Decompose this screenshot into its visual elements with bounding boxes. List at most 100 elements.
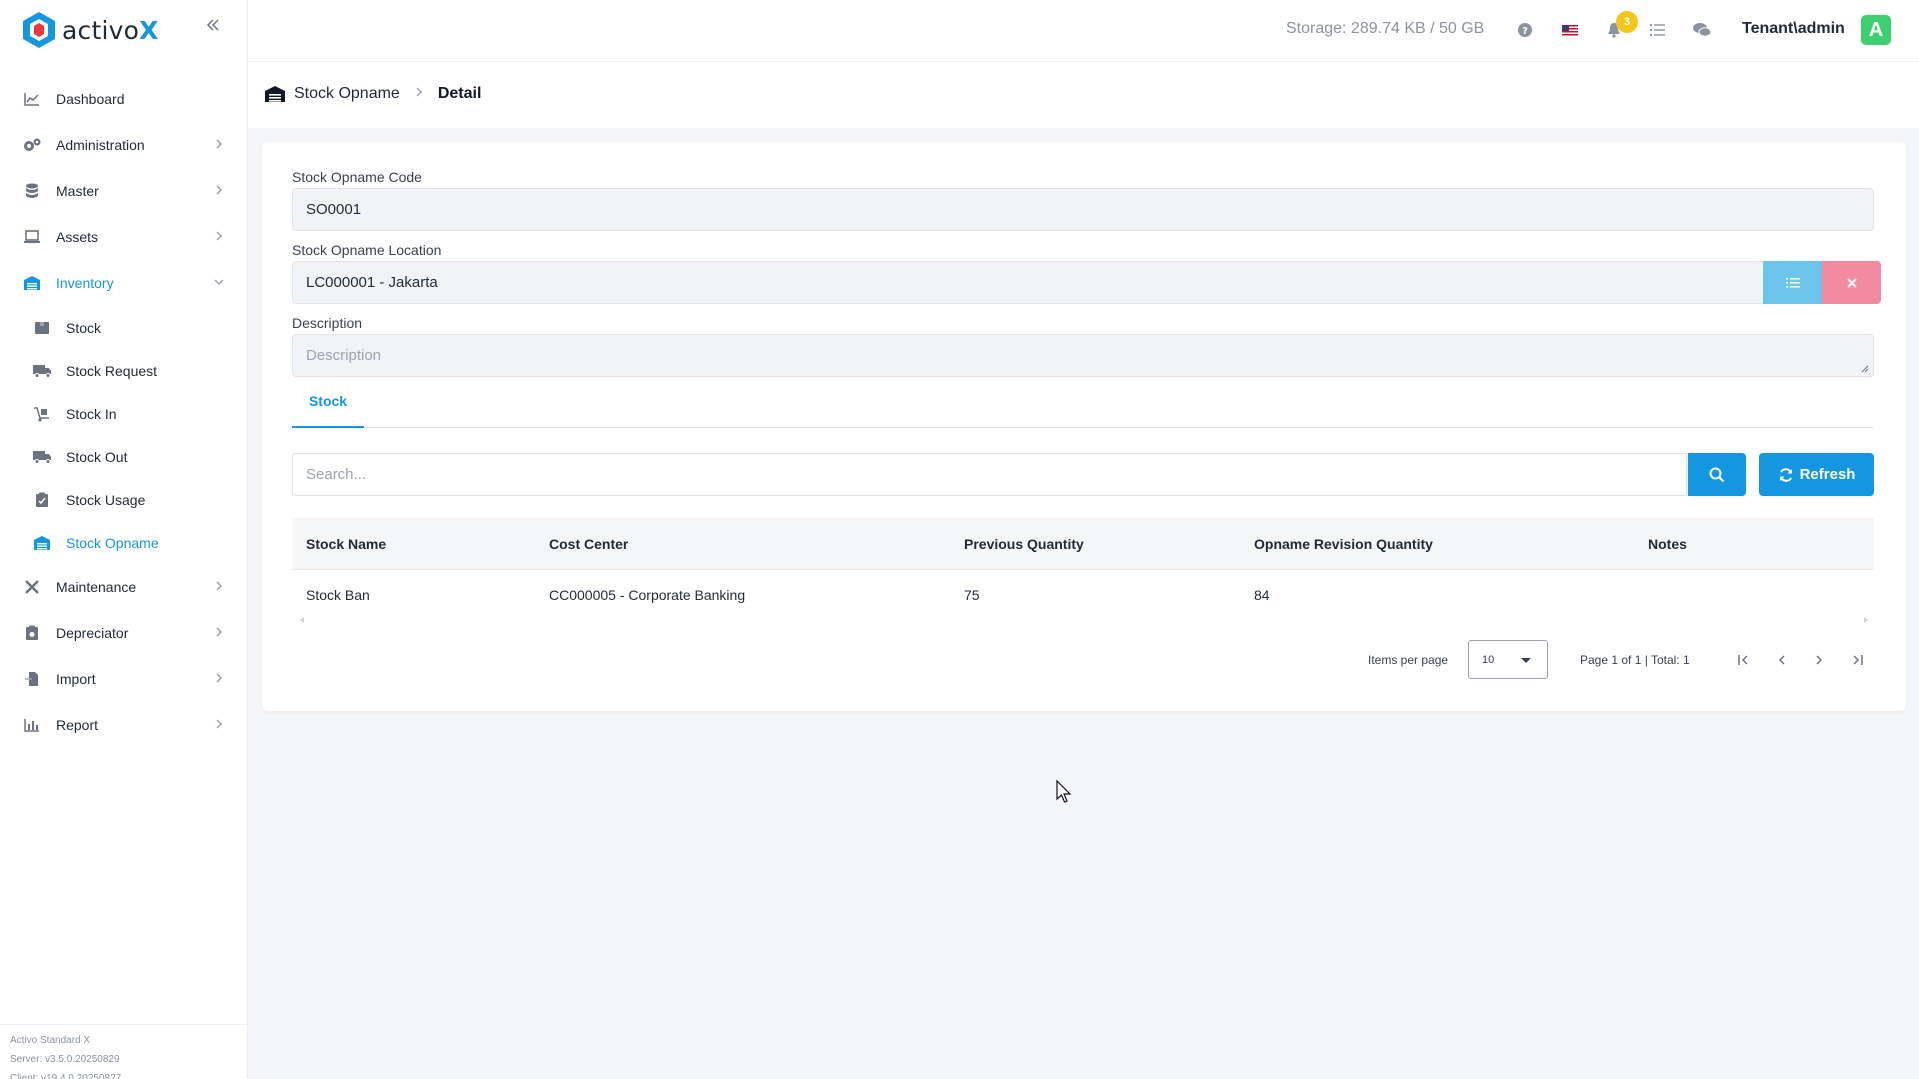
file-import-icon <box>22 669 42 689</box>
sidebar-item-label: Inventory <box>56 275 114 291</box>
clipboard-money-icon <box>22 623 42 643</box>
location-label: Stock Opname Location <box>292 242 442 258</box>
tab-stock[interactable]: Stock <box>292 384 364 428</box>
sidebar-subitem-stock-usage[interactable]: Stock Usage <box>0 478 248 521</box>
svg-text:?: ? <box>1522 26 1528 37</box>
location-clear-button[interactable] <box>1822 261 1881 304</box>
code-label: Stock Opname Code <box>292 169 422 185</box>
sidebar-item-label: Dashboard <box>56 91 125 107</box>
chevron-right-icon <box>212 183 226 197</box>
sidebar-item-report[interactable]: Report <box>0 702 248 748</box>
scroll-right-icon[interactable] <box>1862 616 1870 624</box>
storage-usage: Storage: 289.74 KB / 50 GB <box>1286 20 1485 37</box>
pagination: Items per page 10 Page 1 of 1 | Total: 1 <box>292 640 1874 680</box>
product-name: Activo Standard X <box>10 1035 91 1046</box>
warehouse-icon <box>32 533 52 553</box>
tools-icon <box>22 577 42 597</box>
table-cell: CC000005 - Corporate Banking <box>549 586 746 603</box>
box-icon <box>32 318 52 338</box>
scroll-left-icon[interactable] <box>298 616 306 624</box>
column-header[interactable]: Cost Center <box>535 536 950 552</box>
us-flag-icon[interactable] <box>1558 18 1582 42</box>
search-button[interactable] <box>1688 453 1746 496</box>
column-header[interactable]: Previous Quantity <box>950 536 1240 552</box>
table-cell: 84 <box>1254 586 1270 603</box>
resize-handle-icon[interactable] <box>1860 364 1869 373</box>
gears-icon <box>22 135 42 155</box>
brand-logo[interactable]: activoX <box>22 10 159 50</box>
sidebar-subitem-stock-out[interactable]: Stock Out <box>0 435 248 478</box>
search-icon <box>1709 467 1725 482</box>
sidebar: activoX Dashboard Administration Master … <box>0 0 248 1079</box>
chat-icon[interactable] <box>1690 18 1714 42</box>
breadcrumb-parent[interactable]: Stock Opname <box>294 85 400 103</box>
sidebar-subitem-stock[interactable]: Stock <box>0 306 248 349</box>
description-label: Description <box>292 315 363 331</box>
code-field[interactable]: SO0001 <box>292 188 1874 231</box>
notification-bell-icon[interactable]: 3 <box>1602 11 1638 42</box>
activo-logo-icon <box>23 12 55 48</box>
table-row[interactable]: Stock Ban CC000005 - Corporate Banking 7… <box>292 570 1874 620</box>
column-header[interactable]: Stock Name <box>292 536 535 552</box>
search-input[interactable] <box>293 454 1686 495</box>
avatar[interactable]: A <box>1861 15 1891 45</box>
breadcrumb: Stock Opname Detail <box>264 84 481 104</box>
sidebar-item-master[interactable]: Master <box>0 168 248 214</box>
refresh-icon <box>1779 467 1792 482</box>
notification-badge: 3 <box>1616 11 1638 33</box>
refresh-label: Refresh <box>1799 466 1856 483</box>
client-version: Client: v19.4.0.20250827 <box>10 1073 122 1079</box>
sidebar-subitem-stock-opname[interactable]: Stock Opname <box>0 521 248 564</box>
version-info: Activo Standard X Server: v3.5.0.2025082… <box>0 1024 248 1079</box>
sidebar-item-label: Report <box>56 717 99 733</box>
table-cell: 75 <box>964 586 980 603</box>
dolly-icon <box>32 404 52 424</box>
description-field[interactable]: Description <box>292 334 1874 377</box>
database-icon <box>22 181 42 201</box>
chevron-right-icon <box>212 229 226 243</box>
location-select-button[interactable] <box>1763 261 1822 304</box>
stock-table: Stock Name Cost Center Previous Quantity… <box>292 518 1874 620</box>
table-cell: Stock Ban <box>306 586 370 603</box>
last-page-icon[interactable] <box>1847 650 1867 670</box>
sidebar-item-label: Stock Opname <box>66 534 159 551</box>
sidebar-subitem-stock-request[interactable]: Stock Request <box>0 349 248 392</box>
sidebar-subitem-stock-in[interactable]: Stock In <box>0 392 248 435</box>
task-list-icon[interactable] <box>1646 18 1670 42</box>
sidebar-item-administration[interactable]: Administration <box>0 122 248 168</box>
items-per-page-label: Items per page <box>1368 653 1449 667</box>
location-field[interactable]: LC000001 - Jakarta <box>292 261 1874 304</box>
chevron-right-icon <box>212 579 226 593</box>
chevron-right-icon <box>212 671 226 685</box>
chevron-right-icon <box>212 717 226 731</box>
items-per-page-select[interactable]: 10 <box>1468 640 1548 679</box>
close-icon <box>1846 277 1857 288</box>
page-info: Page 1 of 1 | Total: 1 <box>1580 653 1690 667</box>
column-header[interactable]: Notes <box>1634 536 1874 552</box>
help-icon[interactable]: ? <box>1513 18 1537 42</box>
sidebar-item-dashboard[interactable]: Dashboard <box>0 76 248 122</box>
column-header[interactable]: Opname Revision Quantity <box>1240 536 1634 552</box>
refresh-button[interactable]: Refresh <box>1759 453 1874 496</box>
collapse-sidebar-icon[interactable] <box>205 17 223 35</box>
user-name[interactable]: Tenant\admin <box>1742 20 1845 38</box>
previous-page-icon[interactable] <box>1772 650 1792 670</box>
sidebar-item-depreciator[interactable]: Depreciator <box>0 610 248 656</box>
chevron-right-icon <box>212 137 226 151</box>
search-box <box>292 453 1687 496</box>
sidebar-item-inventory[interactable]: Inventory <box>0 260 248 306</box>
next-page-icon[interactable] <box>1809 650 1829 670</box>
items-per-page-value: 10 <box>1482 653 1495 666</box>
laptop-icon <box>22 227 42 247</box>
chevron-right-icon <box>212 625 226 639</box>
sidebar-item-import[interactable]: Import <box>0 656 248 702</box>
sidebar-item-assets[interactable]: Assets <box>0 214 248 260</box>
table-header: Stock Name Cost Center Previous Quantity… <box>292 518 1874 570</box>
sidebar-item-label: Stock Request <box>66 362 158 379</box>
first-page-icon[interactable] <box>1734 650 1754 670</box>
chevron-right-icon <box>414 85 424 103</box>
sidebar-item-maintenance[interactable]: Maintenance <box>0 564 248 610</box>
sidebar-item-label: Assets <box>56 229 99 245</box>
sidebar-item-label: Stock Out <box>66 448 128 465</box>
tab-bar: Stock <box>292 384 1874 428</box>
